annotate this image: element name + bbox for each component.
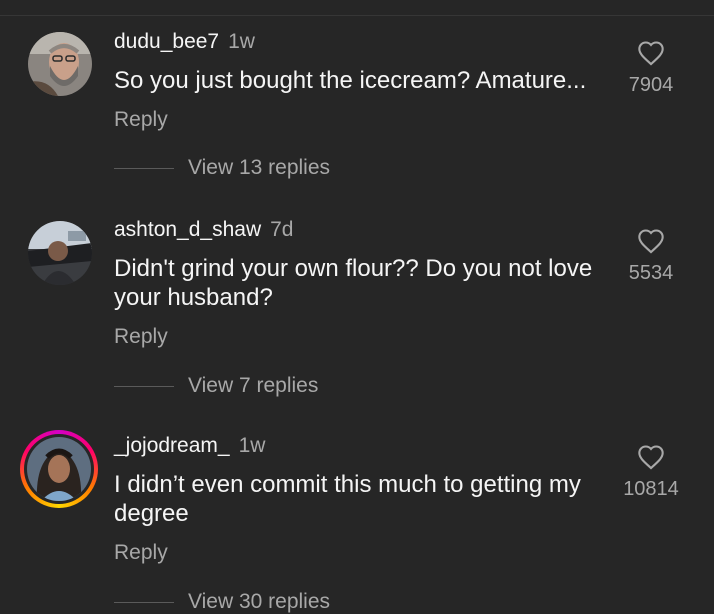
comment-text: Didn't grind your own flour?? Do you not… [114,255,593,311]
view-replies-label: View 30 replies [188,590,331,613]
view-replies-button[interactable]: View 13 replies [114,156,330,180]
comment-header: dudu_bee7 1w [114,30,255,54]
like-area: 7904 [616,40,686,97]
username[interactable]: _jojodream_ [114,434,230,457]
comment-text: So you just bought the icecream? Amature… [114,67,587,94]
story-ring[interactable] [20,430,98,508]
like-count: 5534 [628,262,674,284]
view-replies-button[interactable]: View 7 replies [114,374,318,398]
view-replies-label: View 13 replies [188,156,331,179]
avatar[interactable] [28,221,92,285]
profile-photo-car-interior-icon [28,221,92,285]
heart-icon[interactable] [637,40,665,66]
heart-icon[interactable] [637,444,665,470]
like-count: 10814 [623,478,679,500]
like-area: 10814 [616,444,686,501]
profile-photo-woman-icon [27,437,91,501]
timestamp: 1w [238,434,266,457]
reply-button[interactable]: Reply [114,541,168,565]
username[interactable]: ashton_d_shaw [114,218,261,241]
replies-divider [114,167,174,169]
view-replies-button[interactable]: View 30 replies [114,590,330,614]
comment-header: _jojodream_ 1w [114,434,265,458]
comment-text: I didn’t even commit this much to gettin… [114,471,581,527]
profile-photo-bearded-man-icon [28,32,92,96]
replies-divider [114,385,174,387]
timestamp: 7d [270,218,294,241]
username[interactable]: dudu_bee7 [114,30,219,53]
reply-button[interactable]: Reply [114,325,168,349]
comment-header: ashton_d_shaw 7d [114,218,293,242]
like-area: 5534 [616,228,686,285]
timestamp: 1w [228,30,255,53]
like-count: 7904 [628,74,674,96]
top-divider [0,15,714,16]
reply-button[interactable]: Reply [114,108,168,132]
view-replies-label: View 7 replies [188,374,319,397]
avatar [27,437,91,501]
avatar[interactable] [28,32,92,96]
heart-icon[interactable] [637,228,665,254]
replies-divider [114,601,174,603]
